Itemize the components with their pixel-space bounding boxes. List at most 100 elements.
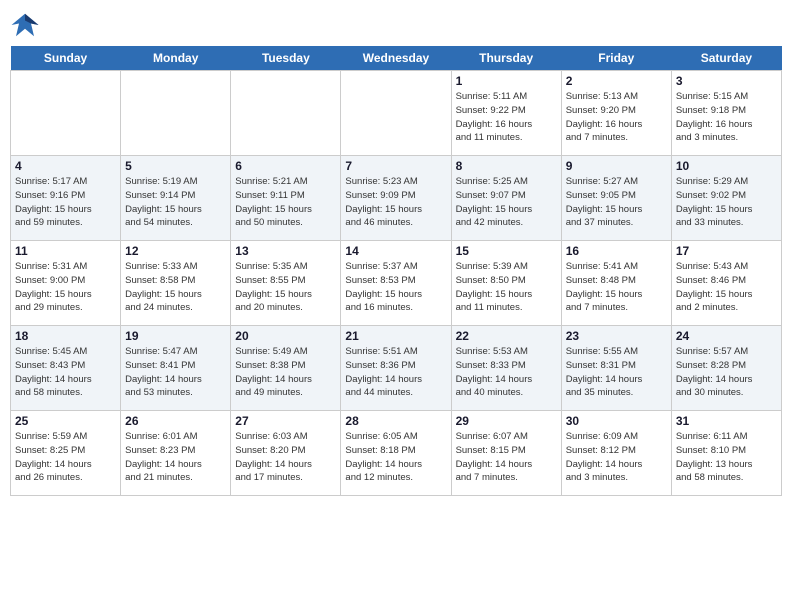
- day-number: 11: [15, 244, 116, 258]
- cell-content: Sunrise: 5:31 AM Sunset: 9:00 PM Dayligh…: [15, 261, 92, 313]
- calendar-cell: 11 Sunrise: 5:31 AM Sunset: 9:00 PM Dayli…: [11, 241, 121, 326]
- day-number: 29: [456, 414, 557, 428]
- day-number: 17: [676, 244, 777, 258]
- day-number: 1: [456, 74, 557, 88]
- calendar-cell: 6 Sunrise: 5:21 AM Sunset: 9:11 PM Daylig…: [231, 156, 341, 241]
- calendar-cell: 15 Sunrise: 5:39 AM Sunset: 8:50 PM Dayli…: [451, 241, 561, 326]
- cell-content: Sunrise: 5:35 AM Sunset: 8:55 PM Dayligh…: [235, 261, 312, 313]
- calendar-cell: 17 Sunrise: 5:43 AM Sunset: 8:46 PM Dayli…: [671, 241, 781, 326]
- calendar-cell: 26Sunrise: 6:01 AM Sunset: 8:23 PM Dayli…: [121, 411, 231, 496]
- calendar-cell: 30 Sunrise: 6:09 AM Sunset: 8:12 PM Dayli…: [561, 411, 671, 496]
- day-number: 28: [345, 414, 446, 428]
- day-number: 2: [566, 74, 667, 88]
- cell-content: Sunrise: 5:27 AM Sunset: 9:05 PM Dayligh…: [566, 176, 643, 228]
- day-header-saturday: Saturday: [671, 46, 781, 71]
- calendar-cell: 20 Sunrise: 5:49 AM Sunset: 8:38 PM Dayli…: [231, 326, 341, 411]
- calendar-cell: [231, 71, 341, 156]
- cell-content: Sunrise: 5:19 AM Sunset: 9:14 PM Dayligh…: [125, 176, 202, 228]
- calendar-cell: 27 Sunrise: 6:03 AM Sunset: 8:20 PM Dayli…: [231, 411, 341, 496]
- calendar-cell: 10Sunrise: 5:29 AM Sunset: 9:02 PM Dayli…: [671, 156, 781, 241]
- day-number: 6: [235, 159, 336, 173]
- day-number: 15: [456, 244, 557, 258]
- cell-content: Sunrise: 5:23 AM Sunset: 9:09 PM Dayligh…: [345, 176, 422, 228]
- calendar-table: SundayMondayTuesdayWednesdayThursdayFrid…: [10, 46, 782, 496]
- calendar-cell: 24 Sunrise: 5:57 AM Sunset: 8:28 PM Dayli…: [671, 326, 781, 411]
- calendar-cell: 18 Sunrise: 5:45 AM Sunset: 8:43 PM Dayli…: [11, 326, 121, 411]
- calendar-cell: 13 Sunrise: 5:35 AM Sunset: 8:55 PM Dayli…: [231, 241, 341, 326]
- logo-icon: [10, 10, 40, 40]
- day-number: 23: [566, 329, 667, 343]
- calendar-cell: 2Sunrise: 5:13 AM Sunset: 9:20 PM Daylig…: [561, 71, 671, 156]
- day-number: 4: [15, 159, 116, 173]
- calendar-cell: 22 Sunrise: 5:53 AM Sunset: 8:33 PM Dayli…: [451, 326, 561, 411]
- calendar-cell: 19Sunrise: 5:47 AM Sunset: 8:41 PM Dayli…: [121, 326, 231, 411]
- cell-content: Sunrise: 6:03 AM Sunset: 8:20 PM Dayligh…: [235, 431, 312, 483]
- calendar-cell: [121, 71, 231, 156]
- calendar-cell: 1 Sunrise: 5:11 AM Sunset: 9:22 PM Daylig…: [451, 71, 561, 156]
- day-number: 7: [345, 159, 446, 173]
- cell-content: Sunrise: 5:25 AM Sunset: 9:07 PM Dayligh…: [456, 176, 533, 228]
- cell-content: Sunrise: 6:07 AM Sunset: 8:15 PM Dayligh…: [456, 431, 533, 483]
- cell-content: Sunrise: 5:43 AM Sunset: 8:46 PM Dayligh…: [676, 261, 753, 313]
- day-number: 12: [125, 244, 226, 258]
- day-number: 16: [566, 244, 667, 258]
- day-number: 31: [676, 414, 777, 428]
- cell-content: Sunrise: 5:53 AM Sunset: 8:33 PM Dayligh…: [456, 346, 533, 398]
- day-header-monday: Monday: [121, 46, 231, 71]
- calendar-cell: 5 Sunrise: 5:19 AM Sunset: 9:14 PM Daylig…: [121, 156, 231, 241]
- cell-content: Sunrise: 5:55 AM Sunset: 8:31 PM Dayligh…: [566, 346, 643, 398]
- week-row-3: 11 Sunrise: 5:31 AM Sunset: 9:00 PM Dayli…: [11, 241, 782, 326]
- day-number: 24: [676, 329, 777, 343]
- day-number: 26: [125, 414, 226, 428]
- day-number: 18: [15, 329, 116, 343]
- week-row-4: 18 Sunrise: 5:45 AM Sunset: 8:43 PM Dayli…: [11, 326, 782, 411]
- day-number: 20: [235, 329, 336, 343]
- calendar-cell: 12 Sunrise: 5:33 AM Sunset: 8:58 PM Dayli…: [121, 241, 231, 326]
- day-number: 27: [235, 414, 336, 428]
- calendar-cell: [11, 71, 121, 156]
- cell-content: Sunrise: 6:05 AM Sunset: 8:18 PM Dayligh…: [345, 431, 422, 483]
- cell-content: Sunrise: 5:49 AM Sunset: 8:38 PM Dayligh…: [235, 346, 312, 398]
- header-row: SundayMondayTuesdayWednesdayThursdayFrid…: [11, 46, 782, 71]
- week-row-2: 4 Sunrise: 5:17 AM Sunset: 9:16 PM Daylig…: [11, 156, 782, 241]
- day-header-tuesday: Tuesday: [231, 46, 341, 71]
- calendar-cell: 9 Sunrise: 5:27 AM Sunset: 9:05 PM Daylig…: [561, 156, 671, 241]
- calendar-cell: 28 Sunrise: 6:05 AM Sunset: 8:18 PM Dayli…: [341, 411, 451, 496]
- cell-content: Sunrise: 5:15 AM Sunset: 9:18 PM Dayligh…: [676, 91, 753, 143]
- day-number: 30: [566, 414, 667, 428]
- day-number: 25: [15, 414, 116, 428]
- page-header: [10, 10, 782, 40]
- cell-content: Sunrise: 6:09 AM Sunset: 8:12 PM Dayligh…: [566, 431, 643, 483]
- calendar-cell: 31 Sunrise: 6:11 AM Sunset: 8:10 PM Dayli…: [671, 411, 781, 496]
- day-number: 19: [125, 329, 226, 343]
- cell-content: Sunrise: 5:29 AM Sunset: 9:02 PM Dayligh…: [676, 176, 753, 228]
- day-number: 13: [235, 244, 336, 258]
- calendar-cell: 29 Sunrise: 6:07 AM Sunset: 8:15 PM Dayli…: [451, 411, 561, 496]
- day-header-sunday: Sunday: [11, 46, 121, 71]
- cell-content: Sunrise: 5:45 AM Sunset: 8:43 PM Dayligh…: [15, 346, 92, 398]
- day-number: 22: [456, 329, 557, 343]
- logo: [10, 10, 44, 40]
- day-number: 9: [566, 159, 667, 173]
- cell-content: Sunrise: 5:37 AM Sunset: 8:53 PM Dayligh…: [345, 261, 422, 313]
- calendar-cell: 16 Sunrise: 5:41 AM Sunset: 8:48 PM Dayli…: [561, 241, 671, 326]
- calendar-cell: 14Sunrise: 5:37 AM Sunset: 8:53 PM Dayli…: [341, 241, 451, 326]
- week-row-5: 25 Sunrise: 5:59 AM Sunset: 8:25 PM Dayli…: [11, 411, 782, 496]
- day-number: 5: [125, 159, 226, 173]
- calendar-cell: 4 Sunrise: 5:17 AM Sunset: 9:16 PM Daylig…: [11, 156, 121, 241]
- cell-content: Sunrise: 5:57 AM Sunset: 8:28 PM Dayligh…: [676, 346, 753, 398]
- cell-content: Sunrise: 5:33 AM Sunset: 8:58 PM Dayligh…: [125, 261, 202, 313]
- calendar-cell: 7 Sunrise: 5:23 AM Sunset: 9:09 PM Daylig…: [341, 156, 451, 241]
- cell-content: Sunrise: 6:11 AM Sunset: 8:10 PM Dayligh…: [676, 431, 753, 483]
- cell-content: Sunrise: 5:11 AM Sunset: 9:22 PM Dayligh…: [456, 91, 533, 143]
- day-number: 21: [345, 329, 446, 343]
- week-row-1: 1 Sunrise: 5:11 AM Sunset: 9:22 PM Daylig…: [11, 71, 782, 156]
- day-header-thursday: Thursday: [451, 46, 561, 71]
- day-header-wednesday: Wednesday: [341, 46, 451, 71]
- cell-content: Sunrise: 5:59 AM Sunset: 8:25 PM Dayligh…: [15, 431, 92, 483]
- cell-content: Sunrise: 5:17 AM Sunset: 9:16 PM Dayligh…: [15, 176, 92, 228]
- cell-content: Sunrise: 5:51 AM Sunset: 8:36 PM Dayligh…: [345, 346, 422, 398]
- cell-content: Sunrise: 5:41 AM Sunset: 8:48 PM Dayligh…: [566, 261, 643, 313]
- cell-content: Sunrise: 5:21 AM Sunset: 9:11 PM Dayligh…: [235, 176, 312, 228]
- cell-content: Sunrise: 5:39 AM Sunset: 8:50 PM Dayligh…: [456, 261, 533, 313]
